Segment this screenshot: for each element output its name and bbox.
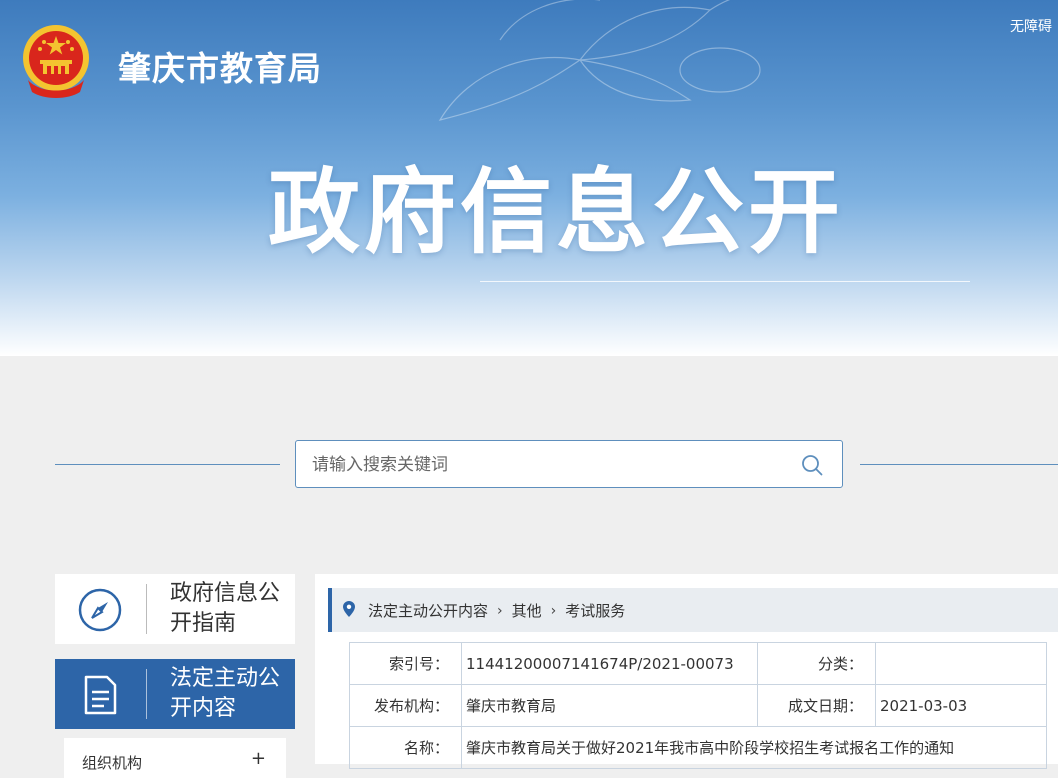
sidebar-item-label: 法定主动公开内容 (170, 666, 281, 721)
search-icon[interactable] (800, 453, 824, 477)
index-label: 索引号： (349, 642, 462, 685)
breadcrumb-separator: › (550, 602, 557, 619)
publisher-label: 发布机构： (349, 684, 462, 727)
sidebar-item-guide[interactable]: 政府信息公开指南 (55, 574, 295, 644)
sidebar-item-active-content[interactable]: 法定主动公开内容 (55, 659, 295, 729)
magnolia-decoration (438, 0, 761, 121)
national-emblem-icon (23, 25, 89, 98)
sidebar-divider (146, 584, 147, 634)
search-left-line (55, 464, 280, 465)
category-tree: 组织机构 + (64, 738, 286, 778)
header-banner: 肇庆市教育局 无障碍 政府信息公开 (0, 0, 1058, 356)
document-meta-table: 索引号： 11441200007141674P/2021-00073 分类： 发… (349, 642, 1047, 769)
breadcrumb: 法定主动公开内容 › 其他 › 考试服务 (328, 588, 1058, 632)
publisher-value: 肇庆市教育局 (461, 684, 758, 727)
breadcrumb-item[interactable]: 法定主动公开内容 (368, 600, 488, 621)
hero-divider (480, 281, 970, 282)
accessibility-link[interactable]: 无障碍 (1010, 16, 1052, 36)
compass-icon (78, 588, 122, 632)
hero-title: 政府信息公开 (268, 159, 845, 266)
site-title[interactable]: 肇庆市教育局 (118, 42, 322, 90)
breadcrumb-item[interactable]: 考试服务 (565, 600, 625, 621)
date-label: 成文日期： (757, 684, 876, 727)
tree-item-organization[interactable]: 组织机构 (82, 752, 142, 773)
index-value: 11441200007141674P/2021-00073 (461, 642, 758, 685)
breadcrumb-separator: › (497, 602, 503, 619)
date-value: 2021-03-03 (875, 684, 1047, 727)
category-value (875, 642, 1047, 685)
search-box (295, 440, 843, 488)
location-pin-icon (343, 601, 355, 617)
category-label: 分类： (757, 642, 876, 685)
document-icon (84, 675, 117, 715)
sidebar-item-label: 政府信息公开指南 (170, 581, 281, 636)
search-right-line (860, 464, 1058, 465)
search-input[interactable] (310, 449, 784, 481)
title-label: 名称： (349, 726, 462, 769)
sidebar-divider (146, 669, 147, 719)
breadcrumb-item[interactable]: 其他 (512, 600, 542, 621)
title-value: 肇庆市教育局关于做好2021年我市高中阶段学校招生考试报名工作的通知 (461, 726, 1047, 769)
expand-toggle[interactable]: + (251, 748, 266, 769)
